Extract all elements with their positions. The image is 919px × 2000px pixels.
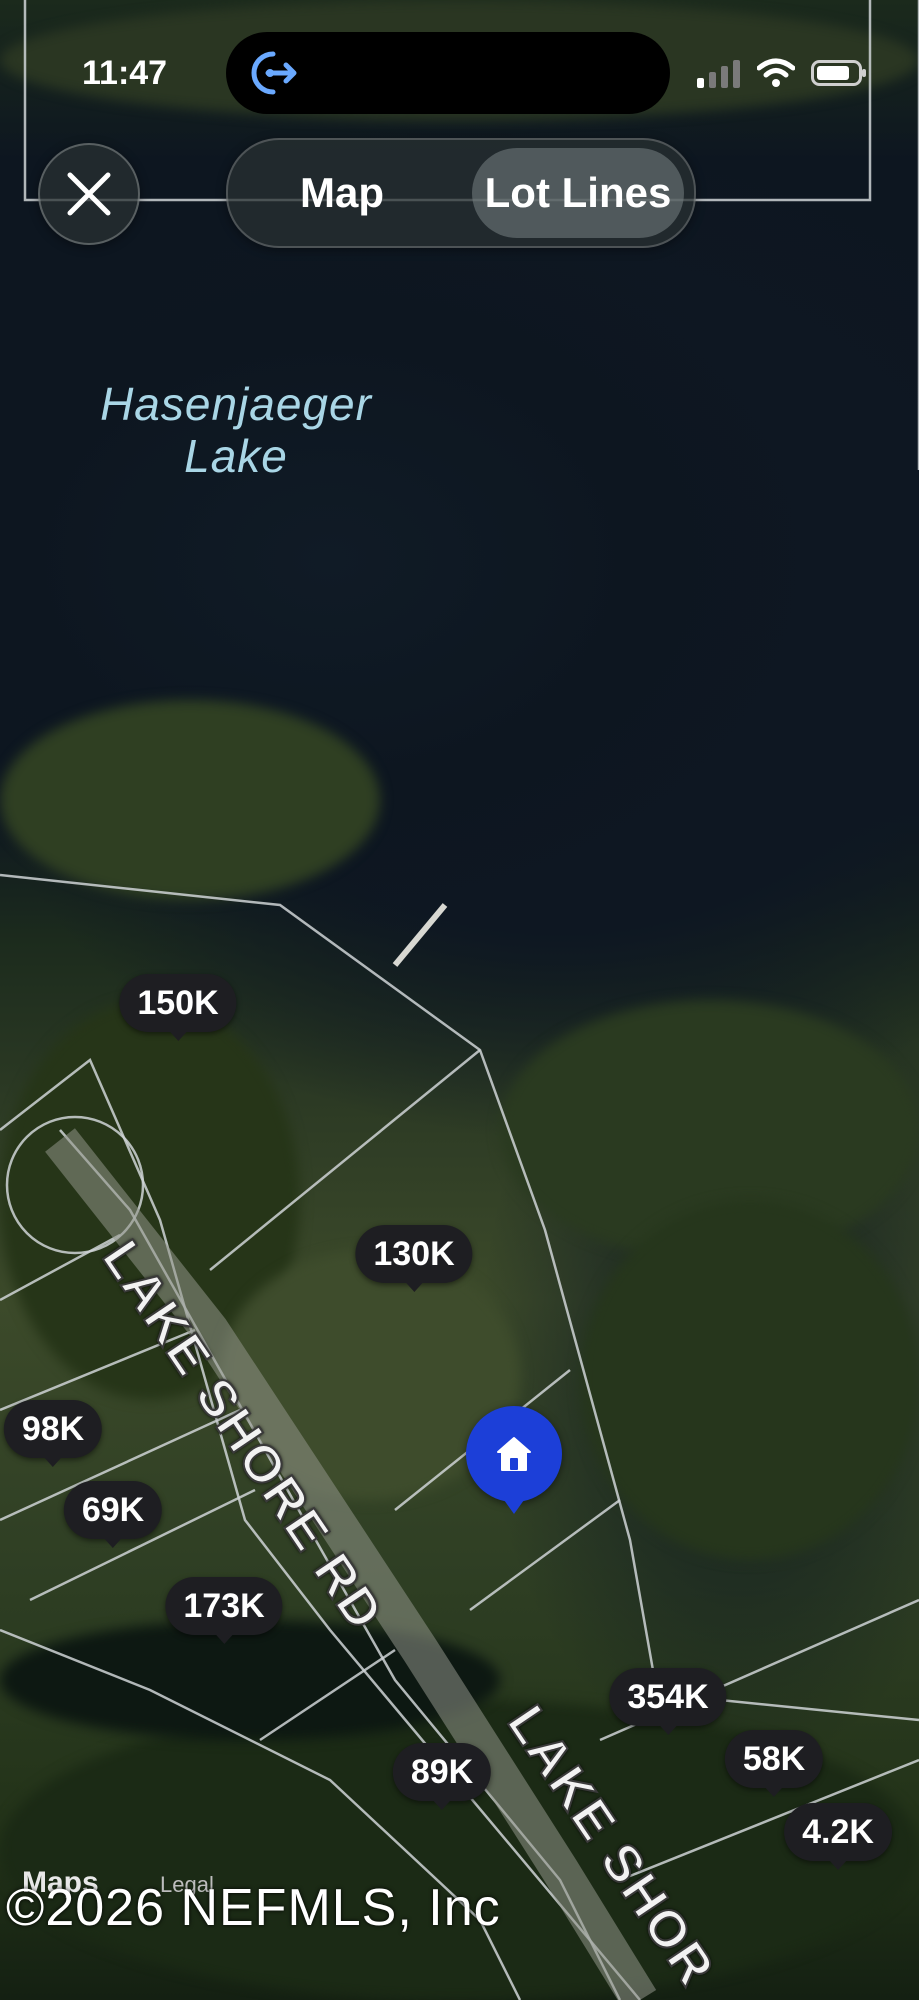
- lot-line: [469, 1498, 621, 1612]
- price-marker[interactable]: 98K: [3, 1400, 103, 1467]
- close-button[interactable]: [38, 143, 140, 245]
- close-icon: [67, 172, 111, 216]
- home-icon: [497, 1437, 531, 1471]
- segment-map[interactable]: Map: [236, 148, 448, 238]
- lake-name-line2: Lake: [184, 430, 288, 482]
- status-time: 11:47: [82, 54, 168, 92]
- price-marker[interactable]: 89K: [392, 1743, 492, 1810]
- location-share-icon: [251, 51, 297, 95]
- dock: [392, 903, 448, 967]
- dynamic-island: [226, 32, 670, 114]
- segment-lot-lines[interactable]: Lot Lines: [472, 148, 684, 238]
- wifi-icon: [757, 58, 795, 87]
- lake-name-line1: Hasenjaeger: [100, 378, 372, 430]
- price-marker[interactable]: 173K: [165, 1577, 283, 1644]
- price-marker[interactable]: 69K: [63, 1481, 163, 1548]
- price-marker[interactable]: 58K: [724, 1730, 824, 1797]
- price-marker[interactable]: 150K: [119, 974, 237, 1041]
- cellular-signal-icon: [697, 60, 740, 88]
- price-marker[interactable]: 4.2K: [784, 1803, 892, 1870]
- status-icons: [697, 58, 867, 88]
- home-pin[interactable]: [466, 1406, 562, 1514]
- lake-label: Hasenjaeger Lake: [66, 378, 406, 482]
- battery-icon: [811, 60, 866, 86]
- copyright-watermark: ©2026 NEFMLS, Inc: [6, 1879, 501, 1937]
- price-marker[interactable]: 354K: [609, 1668, 727, 1735]
- lot-line: [259, 1648, 396, 1742]
- price-marker[interactable]: 130K: [355, 1225, 473, 1292]
- map-type-segmented-control[interactable]: Map Lot Lines: [226, 138, 696, 248]
